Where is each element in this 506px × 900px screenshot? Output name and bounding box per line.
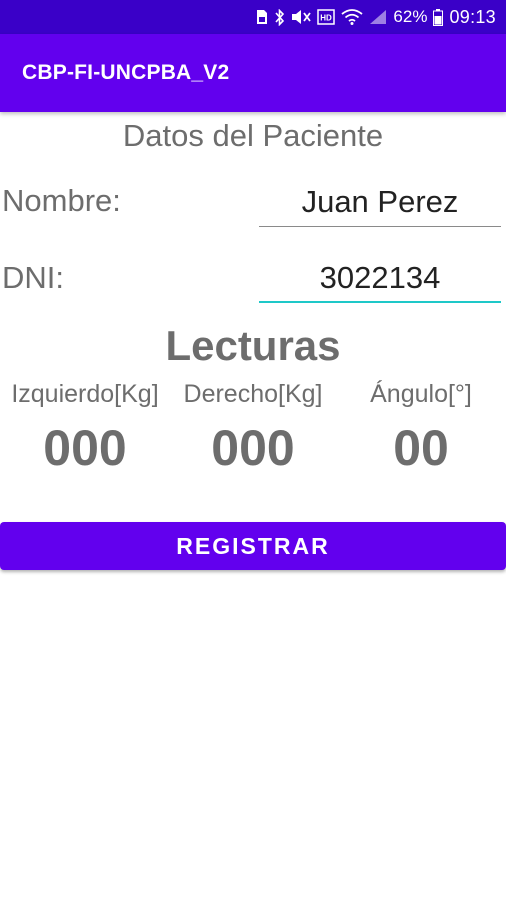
svg-text:HD: HD bbox=[321, 14, 333, 23]
wifi-icon bbox=[341, 9, 363, 25]
angle-reading-label: Ángulo[°] bbox=[370, 380, 472, 408]
readings-title: Lecturas bbox=[165, 322, 341, 369]
left-reading-label: Izquierdo[Kg] bbox=[11, 380, 159, 408]
register-button[interactable]: REGISTRAR bbox=[0, 522, 506, 570]
left-reading: Izquierdo[Kg] 000 bbox=[1, 380, 169, 477]
sim-card-icon bbox=[255, 9, 268, 25]
right-reading-value: 000 bbox=[211, 420, 295, 476]
clock: 09:13 bbox=[449, 6, 496, 27]
dni-input[interactable] bbox=[259, 256, 501, 300]
left-reading-value: 000 bbox=[43, 420, 127, 476]
app-bar: CBP-FI-UNCPBA_V2 bbox=[0, 34, 506, 112]
battery-icon bbox=[433, 8, 444, 26]
app-title: CBP-FI-UNCPBA_V2 bbox=[22, 61, 230, 84]
patient-section-title: Datos del Paciente bbox=[122, 118, 384, 153]
hd-voice-icon: HD bbox=[317, 9, 336, 25]
status-icons: HD 62% 09:13 bbox=[255, 0, 496, 34]
name-input[interactable] bbox=[259, 180, 501, 224]
name-input-underline bbox=[259, 226, 501, 227]
angle-reading-value: 00 bbox=[393, 420, 449, 476]
dni-label: DNI: bbox=[2, 260, 64, 295]
right-reading-label: Derecho[Kg] bbox=[183, 380, 323, 408]
bluetooth-icon bbox=[274, 8, 285, 26]
battery-percent: 62% bbox=[393, 7, 428, 26]
name-label: Nombre: bbox=[2, 183, 121, 218]
angle-reading: Ángulo[°] 00 bbox=[337, 380, 505, 477]
mute-icon bbox=[291, 9, 312, 25]
dni-input-underline bbox=[259, 301, 501, 303]
right-reading: Derecho[Kg] 000 bbox=[169, 380, 337, 477]
signal-icon bbox=[369, 9, 387, 25]
status-bar: HD 62% 09:13 bbox=[0, 0, 506, 34]
